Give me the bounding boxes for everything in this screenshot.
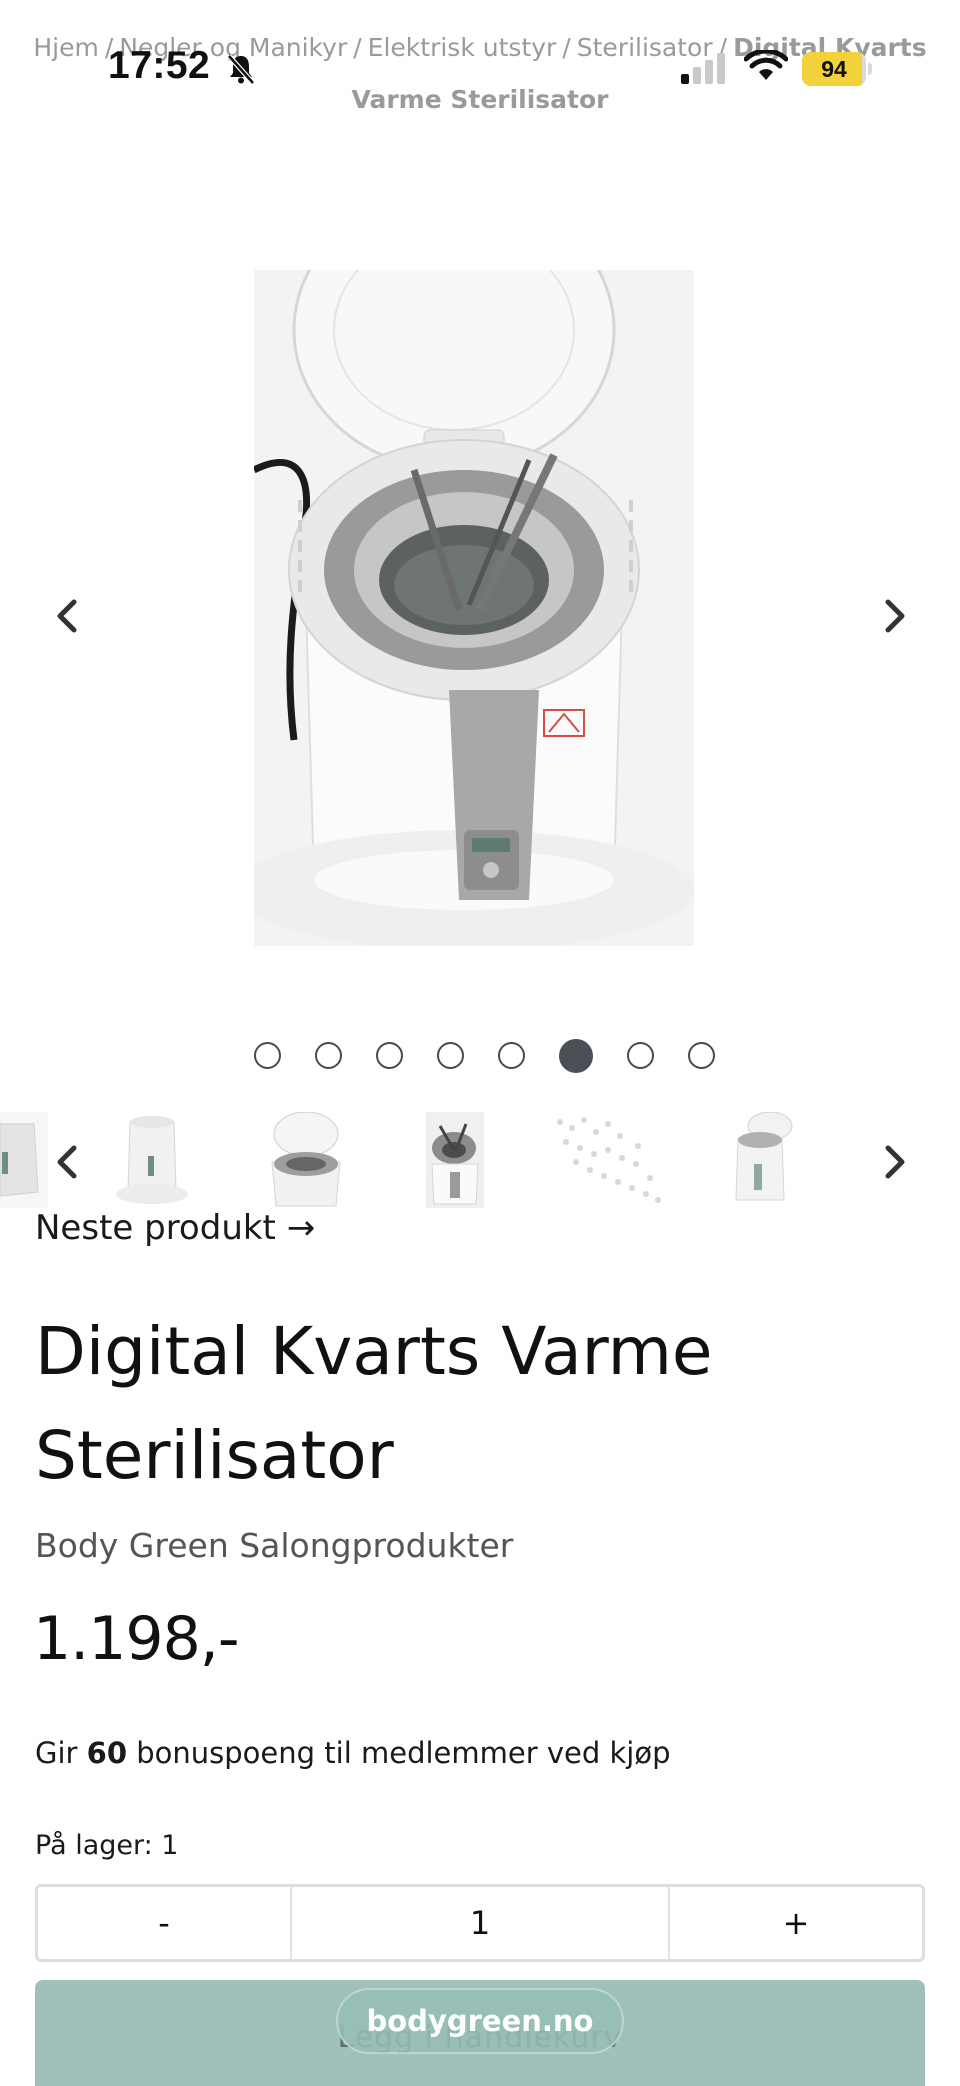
- thumbnail-prev-arrow-icon[interactable]: [46, 1140, 90, 1184]
- gallery-dot[interactable]: [626, 1042, 654, 1069]
- breadcrumb-separator: /: [562, 33, 571, 62]
- breadcrumb-item-home[interactable]: Hjem: [33, 33, 98, 62]
- thumbnail-next-arrow-icon[interactable]: [872, 1140, 916, 1184]
- battery-label: 94: [821, 56, 847, 82]
- thumbnail[interactable]: [112, 1112, 192, 1208]
- browser-url-pill[interactable]: bodygreen.no: [336, 1988, 624, 2054]
- quantity-increase-button[interactable]: +: [670, 1887, 922, 1959]
- thumbnail[interactable]: [0, 1112, 48, 1208]
- bonus-prefix: Gir: [35, 1736, 87, 1770]
- thumbnail[interactable]: [724, 1112, 796, 1208]
- gallery-next-arrow-icon[interactable]: [872, 594, 916, 638]
- bonus-suffix: bonuspoeng til medlemmer ved kjøp: [127, 1736, 671, 1770]
- gallery-dot[interactable]: [375, 1042, 403, 1069]
- cellular-signal-icon: [681, 53, 725, 84]
- gallery-prev-arrow-icon[interactable]: [46, 594, 90, 638]
- quantity-decrease-button[interactable]: -: [38, 1887, 292, 1959]
- breadcrumb-separator: /: [353, 33, 362, 62]
- thumbnail-strip: [0, 1112, 960, 1212]
- bonus-points: 60: [86, 1736, 128, 1770]
- thumbnail[interactable]: [264, 1112, 344, 1208]
- gallery-dot-active[interactable]: [558, 1039, 593, 1073]
- gallery-dot[interactable]: [314, 1042, 342, 1069]
- product-title: Digital Kvarts Varme Sterilisator: [35, 1313, 713, 1494]
- battery-tip: [868, 63, 872, 75]
- next-product-link[interactable]: Neste produkt →: [35, 1208, 315, 1248]
- product-brand[interactable]: Body Green Salongprodukter: [35, 1526, 513, 1565]
- thumbnail[interactable]: [426, 1112, 484, 1208]
- gallery-dot[interactable]: [687, 1042, 715, 1069]
- wifi-icon: [744, 50, 788, 80]
- bell-muted-icon: [227, 54, 255, 85]
- thumbnail[interactable]: [550, 1112, 666, 1208]
- stock-status: På lager: 1: [35, 1830, 179, 1861]
- gallery-dot[interactable]: [436, 1042, 464, 1069]
- battery-indicator: 94: [802, 52, 866, 86]
- product-image[interactable]: [254, 270, 694, 946]
- gallery-dot[interactable]: [253, 1042, 281, 1069]
- gallery-pagination: [0, 1039, 960, 1073]
- product-price: 1.198,-: [33, 1604, 239, 1674]
- breadcrumb-item-electric[interactable]: Elektrisk utstyr: [368, 33, 557, 62]
- quantity-stepper: - 1 +: [35, 1884, 925, 1962]
- gallery-dot[interactable]: [497, 1042, 525, 1069]
- status-time: 17:52: [108, 44, 211, 87]
- quantity-value[interactable]: 1: [292, 1887, 670, 1959]
- bonus-info: Gir 60 bonuspoeng til medlemmer ved kjøp: [35, 1736, 670, 1770]
